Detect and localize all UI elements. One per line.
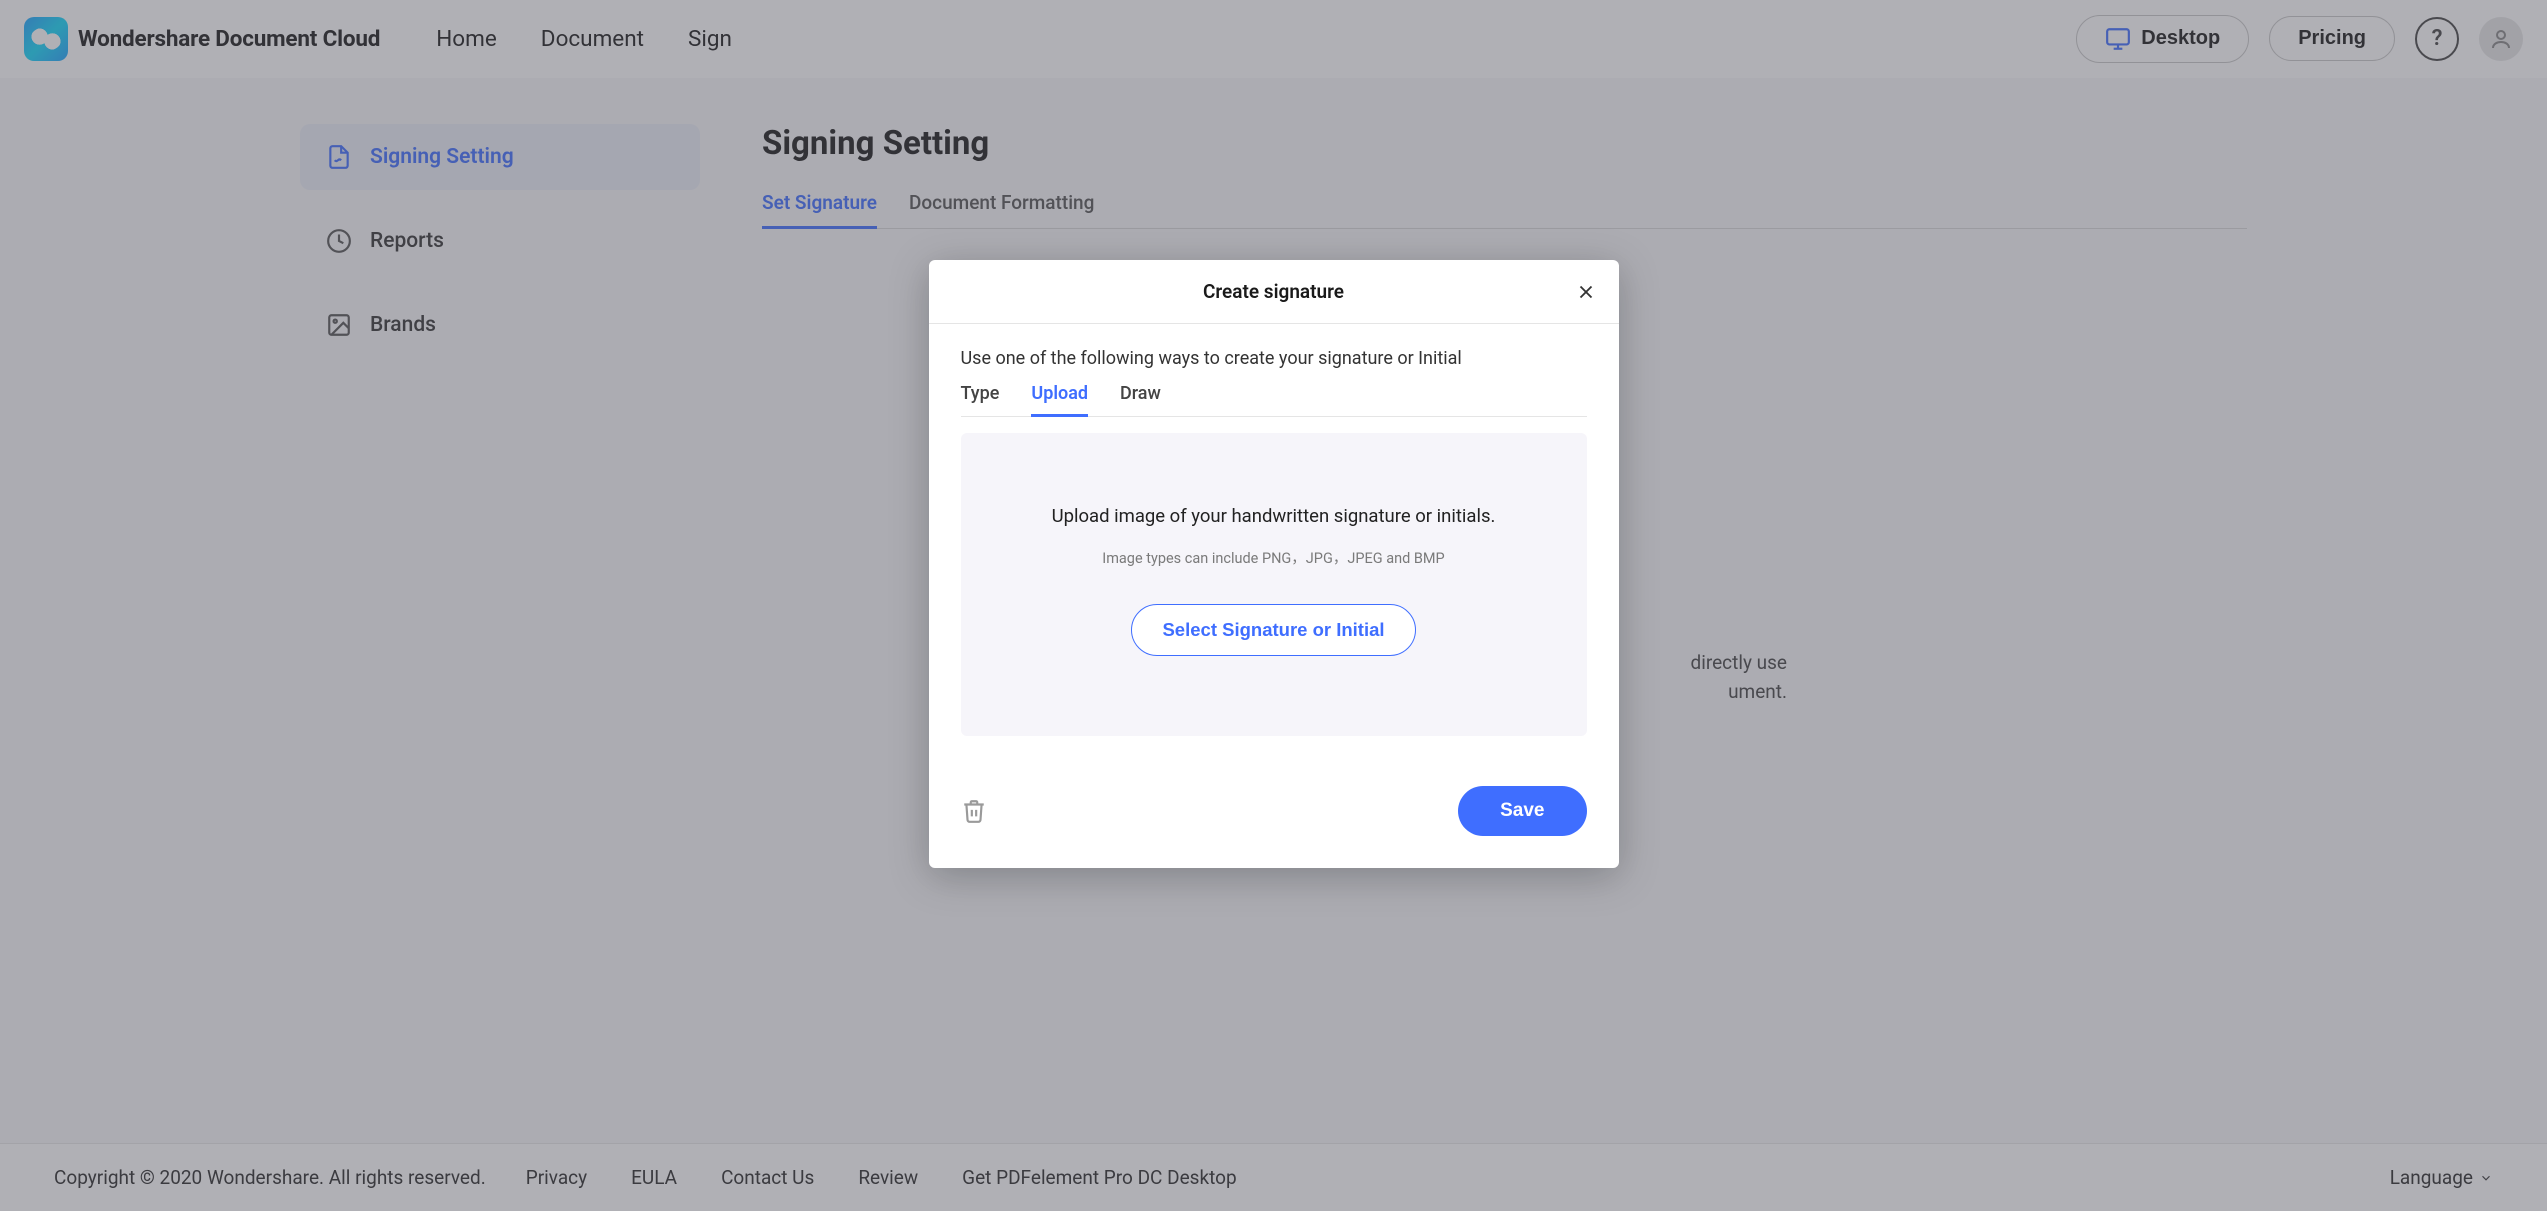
create-signature-modal: Create signature Use one of the followin…: [929, 260, 1619, 868]
modal-header: Create signature: [929, 260, 1619, 324]
modal-body: Use one of the following ways to create …: [929, 324, 1619, 764]
select-signature-button[interactable]: Select Signature or Initial: [1131, 604, 1415, 656]
modal-title: Create signature: [1203, 280, 1344, 303]
modal-tabs: Type Upload Draw: [961, 383, 1587, 417]
modal-tab-draw[interactable]: Draw: [1120, 383, 1161, 416]
modal-tab-label: Draw: [1120, 383, 1161, 404]
modal-tab-label: Upload: [1031, 383, 1088, 404]
modal-footer: Save: [929, 764, 1619, 868]
close-button[interactable]: [1575, 281, 1597, 303]
delete-button[interactable]: [961, 798, 987, 824]
close-icon: [1575, 281, 1597, 303]
modal-subtext: Use one of the following ways to create …: [961, 348, 1587, 369]
dropzone-sub-text: Image types can include PNG，JPG，JPEG and…: [991, 547, 1557, 568]
select-signature-button-label: Select Signature or Initial: [1162, 619, 1384, 640]
save-button[interactable]: Save: [1458, 786, 1586, 836]
modal-tab-label: Type: [961, 383, 1000, 404]
save-button-label: Save: [1500, 800, 1544, 821]
dropzone-main-text: Upload image of your handwritten signatu…: [991, 505, 1557, 527]
modal-tab-upload[interactable]: Upload: [1031, 383, 1088, 416]
upload-drop-zone[interactable]: Upload image of your handwritten signatu…: [961, 433, 1587, 736]
trash-icon: [961, 798, 987, 824]
modal-overlay: Create signature Use one of the followin…: [0, 0, 2547, 1211]
modal-tab-type[interactable]: Type: [961, 383, 1000, 416]
